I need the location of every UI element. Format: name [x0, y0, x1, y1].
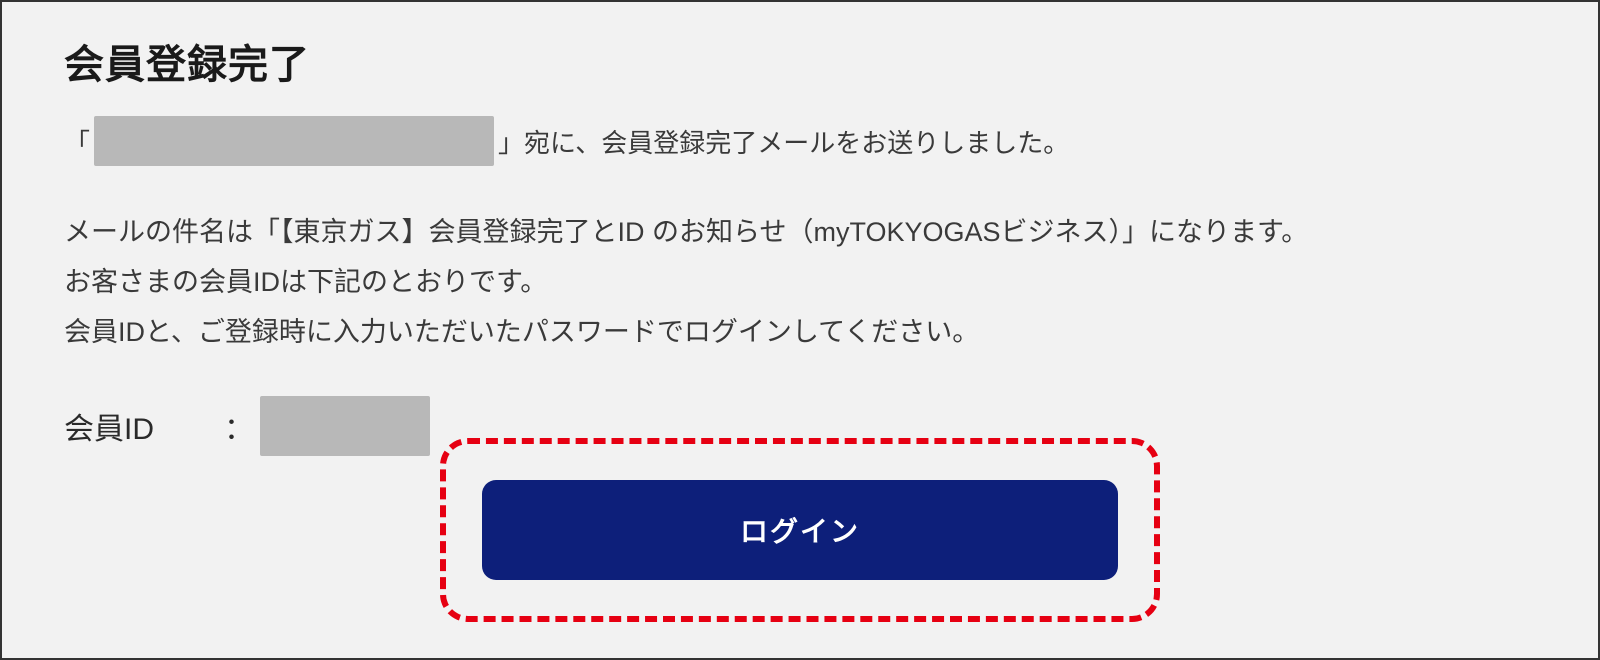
instruction-text: メールの件名は「【東京ガス】会員登録完了とID のお知らせ（myTOKYOGAS…: [64, 208, 1536, 358]
page-title: 会員登録完了: [64, 32, 1536, 90]
intro-suffix: 」宛に、会員登録完了メールをお送りしました。: [498, 123, 1069, 160]
redacted-member-id: [260, 396, 430, 456]
intro-prefix: 「: [64, 123, 90, 160]
redacted-email: [94, 116, 494, 166]
instruction-line-3: 会員IDと、ご登録時に入力いただいたパスワードでログインしてください。: [64, 308, 1536, 358]
instruction-line-2: お客さまの会員IDは下記のとおりです。: [64, 258, 1536, 308]
login-button[interactable]: ログイン: [482, 480, 1118, 580]
confirmation-email-line: 「 」宛に、会員登録完了メールをお送りしました。: [64, 116, 1536, 166]
member-id-separator: ：: [224, 404, 254, 448]
instruction-line-1: メールの件名は「【東京ガス】会員登録完了とID のお知らせ（myTOKYOGAS…: [64, 208, 1536, 258]
member-id-label: 会員ID: [64, 404, 224, 448]
login-highlight-frame: ログイン: [440, 438, 1160, 622]
